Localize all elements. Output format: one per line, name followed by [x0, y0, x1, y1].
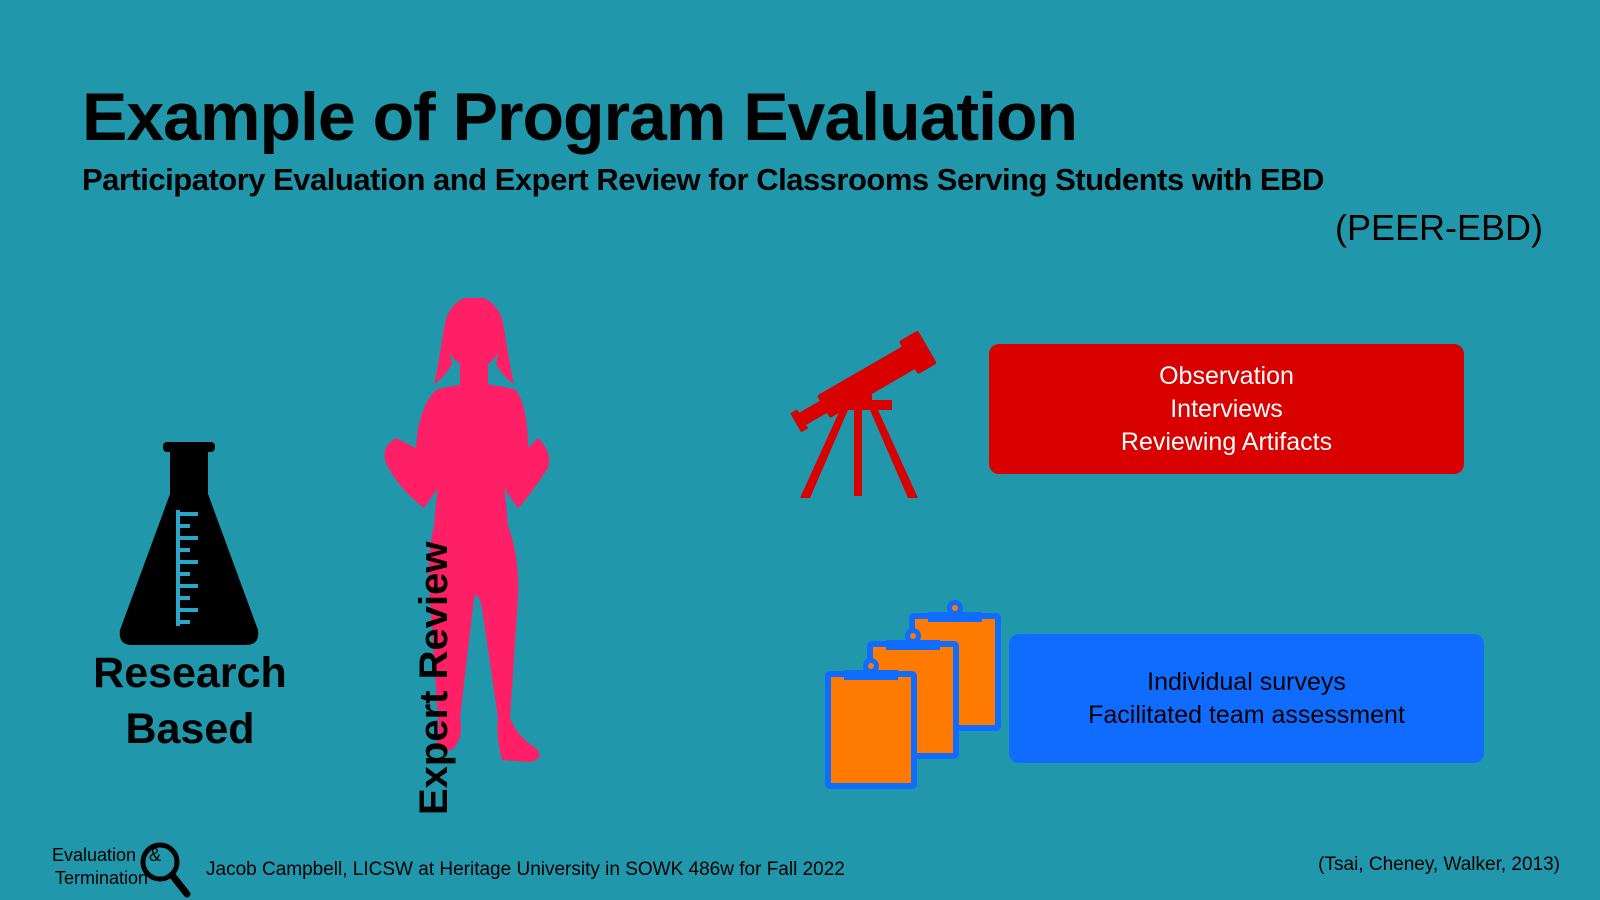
expert-review-label: Expert Review [412, 541, 456, 815]
clipboards-icon [820, 598, 1010, 798]
telescope-icon [788, 320, 938, 500]
badge-line2: Termination [55, 868, 149, 888]
acronym-label: (PEER-EBD) [1334, 207, 1543, 248]
flask-icon [118, 442, 260, 646]
magnifier-icon [139, 840, 191, 898]
person-silhouette-icon [378, 298, 578, 776]
observation-methods-box: Observation Interviews Reviewing Artifac… [989, 344, 1464, 474]
method-item: Interviews [1170, 394, 1283, 423]
method-item: Observation [1159, 361, 1294, 390]
slide-subtitle: Participatory Evaluation and Expert Revi… [82, 162, 1324, 197]
research-based-label: Research Based [80, 645, 300, 757]
section-badge: Evaluation & Termination [52, 842, 197, 898]
research-label-line1: Research [93, 649, 287, 697]
citation: (Tsai, Cheney, Walker, 2013) [1318, 854, 1560, 875]
research-label-line2: Based [125, 705, 255, 753]
method-item: Facilitated team assessment [1088, 700, 1405, 729]
footer-credit: Jacob Campbell, LICSW at Heritage Univer… [206, 859, 845, 880]
survey-methods-box: Individual surveys Facilitated team asse… [1009, 634, 1484, 763]
method-item: Reviewing Artifacts [1120, 427, 1333, 456]
slide-title: Example of Program Evaluation [82, 79, 1078, 155]
badge-line1: Evaluation [52, 845, 137, 865]
method-item: Individual surveys [1147, 667, 1346, 696]
